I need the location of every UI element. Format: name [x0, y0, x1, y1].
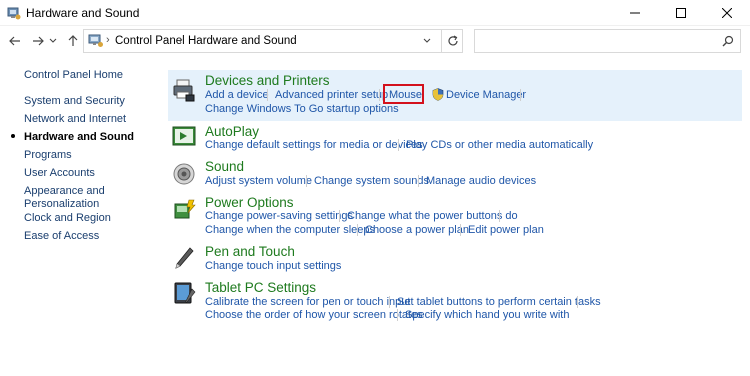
link-separator: [398, 139, 399, 151]
link-separator: [306, 175, 307, 187]
control-panel-icon: [7, 7, 21, 20]
close-icon: [722, 8, 732, 18]
link-separator: [520, 89, 521, 101]
link-change-touch-input-settings[interactable]: Change touch input settings: [205, 260, 341, 272]
link-separator: [379, 89, 380, 101]
category-title-devices-and-printers[interactable]: Devices and Printers: [205, 73, 330, 88]
category-title-pen-and-touch[interactable]: Pen and Touch: [205, 244, 295, 259]
category-title-sound[interactable]: Sound: [205, 159, 244, 174]
autoplay-icon: [172, 126, 196, 146]
link-separator: [389, 296, 390, 308]
link-choose-a-power-plan[interactable]: Choose a power plan: [365, 224, 469, 236]
category-title-power-options[interactable]: Power Options: [205, 195, 294, 210]
speaker-icon: [173, 163, 195, 185]
link-separator: [499, 210, 500, 222]
nav-network-and-internet[interactable]: Network and Internet: [24, 113, 126, 126]
nav-ease-of-access[interactable]: Ease of Access: [24, 230, 99, 243]
chevron-down-icon: [423, 38, 431, 43]
breadcrumb-hardware-and-sound[interactable]: Hardware and Sound: [188, 35, 297, 47]
nav-system-and-security[interactable]: System and Security: [24, 95, 125, 108]
shield-icon: [432, 88, 444, 101]
forward-icon: [33, 36, 44, 46]
link-change-power-buttons[interactable]: Change what the power buttons do: [347, 210, 518, 222]
control-panel-location-icon: [88, 34, 103, 47]
maximize-button[interactable]: [658, 0, 704, 26]
link-edit-power-plan[interactable]: Edit power plan: [468, 224, 544, 236]
title-bar: Hardware and Sound: [0, 0, 750, 26]
maximize-icon: [676, 8, 686, 18]
minimize-icon: [630, 12, 640, 14]
link-separator: [397, 309, 398, 321]
link-change-default-settings-media[interactable]: Change default settings for media or dev…: [205, 139, 423, 151]
link-separator: [357, 224, 358, 236]
power-options-icon: [174, 199, 196, 219]
link-calibrate-screen[interactable]: Calibrate the screen for pen or touch in…: [205, 296, 410, 308]
link-change-system-sounds[interactable]: Change system sounds: [314, 175, 429, 187]
refresh-button[interactable]: [441, 29, 463, 53]
nav-hardware-and-sound[interactable]: Hardware and Sound: [24, 131, 134, 144]
search-icon[interactable]: [722, 35, 734, 47]
link-add-a-device[interactable]: Add a device: [205, 89, 269, 101]
nav-appearance-line2: Personalization: [24, 198, 100, 210]
up-icon: [68, 35, 78, 46]
printer-icon: [173, 79, 195, 102]
tablet-icon: [174, 282, 196, 304]
link-change-power-saving-settings[interactable]: Change power-saving settings: [205, 210, 353, 222]
link-separator: [339, 210, 340, 222]
nav-programs[interactable]: Programs: [24, 149, 72, 162]
recent-dropdown-icon: [49, 38, 57, 43]
link-play-cds-automatically[interactable]: Play CDs or other media automatically: [406, 139, 593, 151]
nav-appearance-and-personalization[interactable]: Appearance and Personalization: [24, 185, 105, 211]
minimize-button[interactable]: [612, 0, 658, 26]
recent-locations-dropdown[interactable]: [47, 31, 59, 51]
link-specify-writing-hand[interactable]: Specify which hand you write with: [405, 309, 569, 321]
address-bar[interactable]: › Control Panel › Hardware and Sound: [83, 29, 463, 53]
back-icon: [9, 36, 20, 46]
forward-button[interactable]: [28, 31, 48, 51]
refresh-icon: [447, 35, 458, 46]
category-title-autoplay[interactable]: AutoPlay: [205, 124, 259, 139]
link-manage-audio-devices[interactable]: Manage audio devices: [426, 175, 536, 187]
nav-clock-and-region[interactable]: Clock and Region: [24, 212, 111, 225]
address-row: › Control Panel › Hardware and Sound: [0, 26, 750, 56]
nav-control-panel-home[interactable]: Control Panel Home: [24, 69, 123, 82]
link-separator: [577, 296, 578, 308]
link-separator: [460, 224, 461, 236]
link-device-manager[interactable]: Device Manager: [446, 89, 526, 101]
back-button[interactable]: [5, 31, 25, 51]
category-title-tablet-pc-settings[interactable]: Tablet PC Settings: [205, 280, 316, 295]
breadcrumb-separator: ›: [106, 34, 110, 46]
window-title: Hardware and Sound: [26, 6, 140, 20]
link-adjust-system-volume[interactable]: Adjust system volume: [205, 175, 312, 187]
link-mouse[interactable]: Mouse: [389, 89, 422, 101]
link-set-tablet-buttons[interactable]: Set tablet buttons to perform certain ta…: [397, 296, 601, 308]
close-button[interactable]: [704, 0, 750, 26]
link-separator: [418, 175, 419, 187]
up-button[interactable]: [63, 31, 83, 51]
link-choose-screen-rotation-order[interactable]: Choose the order of how your screen rota…: [205, 309, 423, 321]
link-advanced-printer-setup[interactable]: Advanced printer setup: [275, 89, 388, 101]
search-box[interactable]: [474, 29, 741, 53]
link-change-when-computer-sleeps[interactable]: Change when the computer sleeps: [205, 224, 375, 236]
address-dropdown-button[interactable]: [418, 32, 436, 50]
nav-appearance-line1: Appearance and: [24, 185, 105, 197]
breadcrumb-separator[interactable]: ›: [179, 34, 183, 46]
current-item-bullet: [11, 134, 15, 138]
link-separator: [267, 89, 268, 101]
breadcrumb-control-panel[interactable]: Control Panel: [115, 35, 185, 47]
nav-user-accounts[interactable]: User Accounts: [24, 167, 95, 180]
link-change-windows-to-go[interactable]: Change Windows To Go startup options: [205, 103, 399, 115]
search-input[interactable]: [481, 31, 711, 51]
pen-icon: [175, 247, 194, 269]
